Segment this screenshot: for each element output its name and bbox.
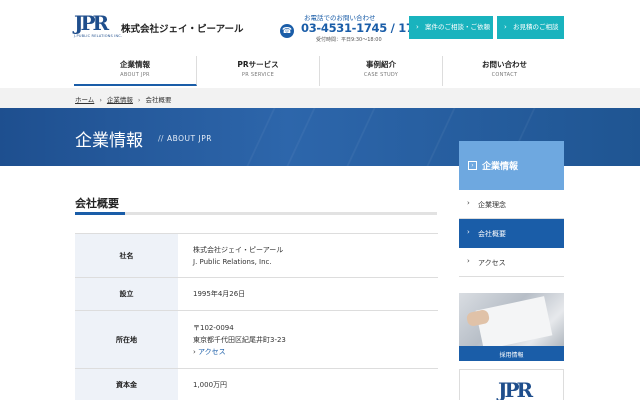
banner-stripe bbox=[286, 108, 316, 166]
row-value-line: 東京都千代田区紀尾井町3-23 bbox=[193, 335, 286, 344]
nav-item-label: 事例紹介 bbox=[366, 60, 396, 69]
breadcrumb: ホーム › 企業情報 › 会社概要 bbox=[0, 88, 640, 108]
row-label: 設立 bbox=[75, 278, 178, 310]
company-name: 株式会社ジェイ・ピーアール bbox=[121, 24, 244, 35]
page-title: 企業情報 bbox=[75, 131, 143, 151]
sidebar-item-philosophy[interactable]: › 企業理念 bbox=[459, 190, 564, 219]
logo-mark: JPR bbox=[74, 11, 109, 35]
table-row: 社名 株式会社ジェイ・ピーアール J. Public Relations, In… bbox=[75, 234, 438, 278]
row-value-line: 1995年4月26日 bbox=[193, 290, 246, 298]
nav-item-label: お問い合わせ bbox=[482, 60, 527, 69]
consult-button[interactable]: › 案件のご相談・ご依頼 bbox=[409, 16, 493, 39]
recruit-banner[interactable]: 採用情報 bbox=[459, 293, 564, 361]
nav-item-label: PRサービス bbox=[237, 60, 279, 69]
row-label: 所在地 bbox=[75, 311, 178, 368]
logo-subtext: J.PUBLIC RELATIONS INC. bbox=[74, 34, 123, 38]
company-overview-table: 社名 株式会社ジェイ・ピーアール J. Public Relations, In… bbox=[75, 233, 438, 400]
site-header: JPR J.PUBLIC RELATIONS INC. 株式会社ジェイ・ピーアー… bbox=[0, 0, 640, 56]
phone-contact: ☎ お電話でのお問い合わせ 03-4531-1745 / 1746 受付時間：平… bbox=[280, 12, 429, 46]
section-divider-accent bbox=[75, 212, 125, 215]
chevron-right-icon: › bbox=[468, 161, 477, 170]
nav-item-sublabel: CONTACT bbox=[491, 72, 518, 78]
estimate-button-label: お見積のご相談 bbox=[513, 23, 559, 31]
nav-item-about[interactable]: 企業情報 ABOUT JPR bbox=[74, 56, 197, 86]
breadcrumb-trail: ホーム › 企業情報 › 会社概要 bbox=[75, 94, 172, 104]
nav-item-sublabel: PR SERVICE bbox=[241, 72, 275, 78]
breadcrumb-separator: › bbox=[99, 96, 102, 104]
nav-item-pr-service[interactable]: PRサービス PR SERVICE bbox=[197, 56, 320, 86]
row-value: 1,000万円 bbox=[193, 369, 438, 400]
sidebar-item-label: 企業理念 bbox=[478, 201, 506, 209]
recruit-label-bar: 採用情報 bbox=[459, 346, 564, 361]
banner-stripe bbox=[346, 108, 376, 166]
nav-item-sublabel: CASE STUDY bbox=[363, 72, 399, 78]
breadcrumb-current: 会社概要 bbox=[145, 96, 172, 104]
row-label: 資本金 bbox=[75, 369, 178, 400]
jpr-logo[interactable]: JPR J.PUBLIC RELATIONS INC. bbox=[74, 11, 123, 44]
recruit-photo-paper bbox=[475, 296, 553, 350]
phone-icon: ☎ bbox=[280, 24, 294, 38]
nav-item-sublabel: ABOUT JPR bbox=[120, 72, 150, 78]
row-value-line: 1,000万円 bbox=[193, 381, 228, 389]
consult-button-label: 案件のご相談・ご依頼 bbox=[425, 23, 490, 31]
nav-item-contact[interactable]: お問い合わせ CONTACT bbox=[443, 56, 566, 86]
sidebar-logo-mark: JPR bbox=[498, 378, 533, 400]
table-row: 所在地 〒102-0094 東京都千代田区紀尾井町3-23 › アクセス bbox=[75, 311, 438, 369]
sidebar-heading-label: 企業情報 bbox=[482, 162, 519, 172]
sidebar-logo-banner[interactable]: JPR bbox=[459, 369, 564, 400]
row-label: 社名 bbox=[75, 234, 178, 277]
breadcrumb-separator: › bbox=[137, 96, 141, 104]
chevron-right-icon: › bbox=[504, 23, 507, 31]
row-value: 〒102-0094 東京都千代田区紀尾井町3-23 › アクセス bbox=[193, 311, 438, 368]
breadcrumb-parent-link[interactable]: 企業情報 bbox=[107, 96, 133, 104]
row-value-line: 株式会社ジェイ・ピーアール bbox=[193, 245, 284, 254]
row-value-line: J. Public Relations, Inc. bbox=[193, 257, 272, 266]
sidebar-item-label: 会社概要 bbox=[478, 230, 506, 238]
sidebar-item-label: アクセス bbox=[478, 259, 506, 267]
table-row: 設立 1995年4月26日 bbox=[75, 278, 438, 311]
nav-item-case-study[interactable]: 事例紹介 CASE STUDY bbox=[320, 56, 443, 86]
access-link[interactable]: › アクセス bbox=[193, 346, 438, 358]
row-value: 株式会社ジェイ・ピーアール J. Public Relations, Inc. bbox=[193, 234, 438, 277]
row-value: 1995年4月26日 bbox=[193, 278, 438, 310]
sidebar-item-overview[interactable]: › 会社概要 bbox=[459, 219, 564, 248]
section-title: 会社概要 bbox=[75, 197, 119, 210]
tel-hours: 受付時間：平日9:30〜18:00 bbox=[316, 37, 382, 43]
banner-stripe bbox=[246, 108, 276, 166]
chevron-right-icon: › bbox=[467, 228, 470, 236]
banner-separator: // bbox=[158, 134, 164, 143]
sidebar-item-access[interactable]: › アクセス bbox=[459, 248, 564, 277]
page-subtitle: ABOUT JPR bbox=[167, 134, 212, 143]
sidebar-heading[interactable]: › 企業情報 bbox=[459, 141, 564, 190]
chevron-right-icon: › bbox=[467, 199, 470, 207]
breadcrumb-home-link[interactable]: ホーム bbox=[75, 96, 94, 104]
section-divider bbox=[75, 212, 437, 215]
chevron-right-icon: › bbox=[416, 23, 419, 31]
chevron-right-icon: › bbox=[467, 257, 470, 265]
recruit-label: 採用情報 bbox=[499, 352, 524, 359]
row-value-line: 〒102-0094 bbox=[193, 323, 234, 332]
banner-stripe bbox=[426, 108, 456, 166]
access-link-label: アクセス bbox=[198, 347, 226, 356]
global-nav: 企業情報 ABOUT JPR PRサービス PR SERVICE 事例紹介 CA… bbox=[74, 56, 566, 86]
nav-item-label: 企業情報 bbox=[120, 60, 150, 69]
estimate-button[interactable]: › お見積のご相談 bbox=[497, 16, 564, 39]
table-row: 資本金 1,000万円 bbox=[75, 369, 438, 400]
